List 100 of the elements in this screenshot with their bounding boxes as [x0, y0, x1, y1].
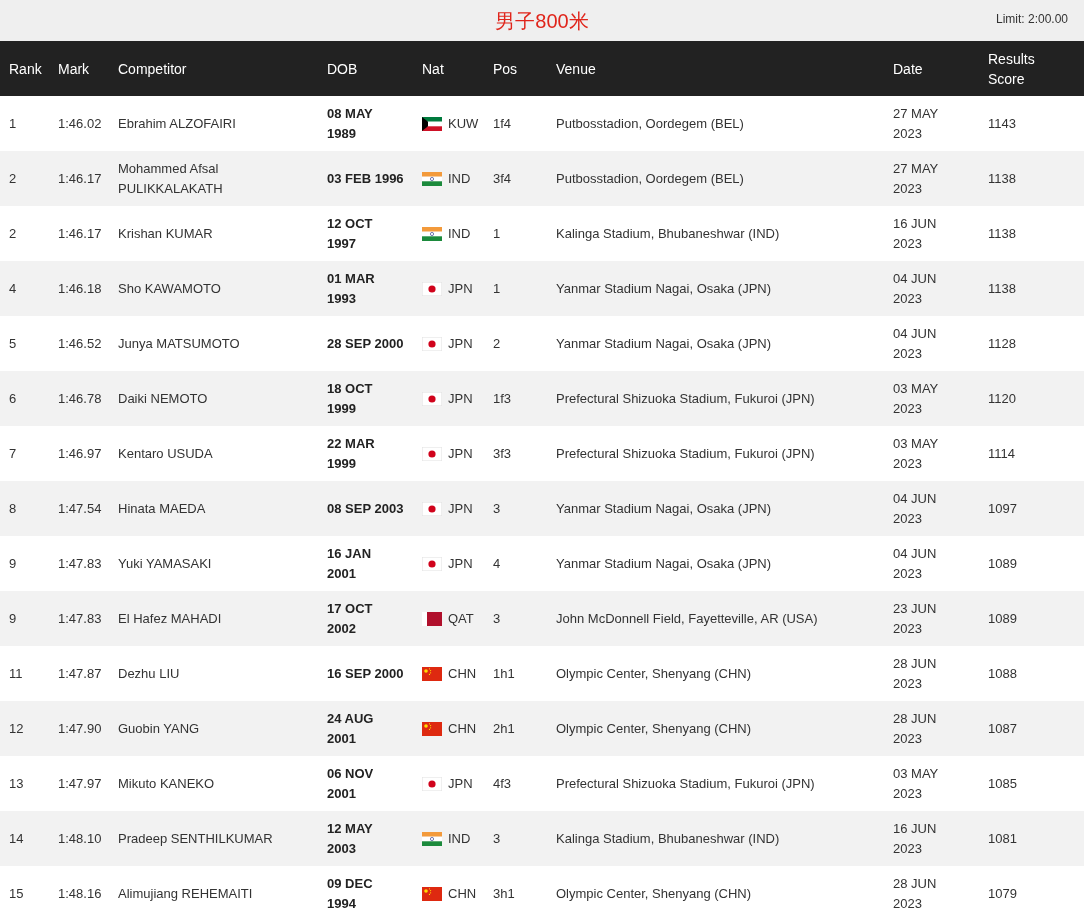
venue-cell-text: Yanmar Stadium Nagai, Osaka (JPN) — [556, 554, 773, 573]
flag-icon — [422, 776, 442, 791]
rank-cell-text: 9 — [9, 609, 18, 628]
pos-cell-text: 1 — [493, 279, 502, 298]
mark-cell-text: 1:47.54 — [58, 499, 103, 518]
competitor-cell-text: Guobin YANG — [118, 719, 201, 738]
dob-cell-text: 03 FEB 1996 — [327, 169, 405, 188]
dob-cell-text: 09 DEC 1994 — [327, 874, 374, 913]
competitor-cell-text: Alimujiang REHEMAITI — [118, 884, 254, 903]
flag-icon — [422, 336, 442, 351]
competitor-cell-text: Kentaro USUDA — [118, 444, 214, 463]
venue-cell-text: Prefectural Shizuoka Stadium, Fukuroi (JPN) — [556, 774, 816, 793]
date-cell-text: 04 JUN 2023 — [893, 324, 938, 363]
nat-cell-text: IND — [448, 169, 471, 188]
competitor-cell-text: Pradeep SENTHILKUMAR — [118, 829, 274, 848]
date-cell-text: 03 MAY 2023 — [893, 379, 940, 418]
flag-icon — [422, 831, 442, 846]
rank-cell-text: 7 — [9, 444, 18, 463]
flag-icon — [422, 886, 442, 901]
flag-icon — [422, 116, 442, 131]
flag-icon — [422, 446, 442, 461]
pos-header: Pos — [493, 59, 519, 79]
competitor-cell-text: Dezhu LIU — [118, 664, 181, 683]
dob-header: DOB — [327, 59, 359, 79]
score-cell-text: 1085 — [988, 774, 1018, 793]
score-cell-text: 1138 — [988, 279, 1017, 298]
mark-cell-text: 1:46.97 — [58, 444, 103, 463]
mark-cell-text: 1:47.87 — [58, 664, 103, 683]
competitor-header: Competitor — [118, 59, 188, 79]
mark-cell-text: 1:47.90 — [58, 719, 103, 738]
date-cell-text: 04 JUN 2023 — [893, 544, 938, 583]
competitor-cell-text: Mohammed Afsal PULIKKALAKATH — [118, 159, 224, 198]
date-cell-text: 23 JUN 2023 — [893, 599, 938, 638]
pos-cell-text: 3f4 — [493, 169, 513, 188]
pos-cell-text: 4f3 — [493, 774, 513, 793]
dob-cell-text: 01 MAR 1993 — [327, 269, 376, 308]
score-cell-text: 1138 — [988, 169, 1017, 188]
date-header: Date — [893, 59, 924, 79]
nat-header: Nat — [422, 59, 445, 79]
flag-icon — [422, 501, 442, 516]
mark-cell-text: 1:46.02 — [58, 114, 103, 133]
mark-cell-text: 1:46.17 — [58, 169, 103, 188]
venue-cell-text: Yanmar Stadium Nagai, Osaka (JPN) — [556, 499, 773, 518]
nat-cell-text: JPN — [448, 499, 473, 518]
flag-icon — [422, 226, 442, 241]
date-cell-text: 04 JUN 2023 — [893, 269, 938, 308]
venue-cell-text: Putbosstadion, Oordegem (BEL) — [556, 114, 745, 133]
competitor-cell-text: Ebrahim ALZOFAIRI — [118, 114, 237, 133]
nat-cell-text: JPN — [448, 334, 473, 353]
dob-cell-text: 06 NOV 2001 — [327, 764, 375, 803]
score-cell-text: 1088 — [988, 664, 1018, 683]
rank-cell-text: 5 — [9, 334, 18, 353]
dob-cell-text: 18 OCT 1999 — [327, 379, 374, 418]
dob-cell-text: 17 OCT 2002 — [327, 599, 374, 638]
competitor-cell-text: Mikuto KANEKO — [118, 774, 216, 793]
flag-icon — [422, 666, 442, 681]
nat-cell-text: JPN — [448, 554, 473, 573]
rank-cell-text: 6 — [9, 389, 18, 408]
score-cell-text: 1097 — [988, 499, 1018, 518]
pos-cell-text: 2 — [493, 334, 502, 353]
score-cell-text: 1089 — [988, 609, 1018, 628]
nat-cell-text: CHN — [448, 884, 477, 903]
mark-cell-text: 1:47.83 — [58, 554, 103, 573]
dob-cell-text: 12 MAY 2003 — [327, 819, 374, 858]
venue-header: Venue — [556, 59, 597, 79]
nat-cell-text: KUW — [448, 114, 479, 133]
competitor-cell-text: Hinata MAEDA — [118, 499, 207, 518]
rank-cell-text: 15 — [9, 884, 25, 903]
pos-cell-text: 3f3 — [493, 444, 513, 463]
pos-cell-text: 1f3 — [493, 389, 513, 408]
pos-cell-text: 3h1 — [493, 884, 516, 903]
pos-cell-text: 3 — [493, 609, 502, 628]
page-title: 男子800米 — [495, 8, 589, 34]
venue-cell-text: Prefectural Shizuoka Stadium, Fukuroi (JPN) — [556, 389, 816, 408]
rank-cell-text: 2 — [9, 169, 18, 188]
pos-cell-text: 1h1 — [493, 664, 516, 683]
venue-cell-text: Yanmar Stadium Nagai, Osaka (JPN) — [556, 334, 773, 353]
flag-icon — [422, 556, 442, 571]
score-cell-text: 1079 — [988, 884, 1018, 903]
venue-cell-text: Olympic Center, Shenyang (CHN) — [556, 884, 753, 903]
pos-cell-text: 3 — [493, 499, 502, 518]
flag-icon — [422, 171, 442, 186]
date-cell-text: 04 JUN 2023 — [893, 489, 938, 528]
nat-cell-text: JPN — [448, 444, 473, 463]
date-cell-text: 28 JUN 2023 — [893, 709, 938, 748]
score-cell-text: 1128 — [988, 334, 1017, 353]
mark-cell-text: 1:48.10 — [58, 829, 103, 848]
mark-header: Mark — [58, 59, 91, 79]
rank-header: Rank — [9, 59, 43, 79]
mark-cell-text: 1:47.97 — [58, 774, 103, 793]
dob-cell-text: 22 MAR 1999 — [327, 434, 376, 473]
date-cell-text: 27 MAY 2023 — [893, 159, 940, 198]
nat-cell-text: QAT — [448, 609, 474, 628]
score-cell-text: 1120 — [988, 389, 1017, 408]
competitor-cell-text: Sho KAWAMOTO — [118, 279, 222, 298]
mark-cell-text: 1:46.17 — [58, 224, 103, 243]
rank-cell-text: 8 — [9, 499, 18, 518]
score-cell-text: 1138 — [988, 224, 1017, 243]
flag-icon — [422, 391, 442, 406]
date-cell-text: 28 JUN 2023 — [893, 654, 938, 693]
